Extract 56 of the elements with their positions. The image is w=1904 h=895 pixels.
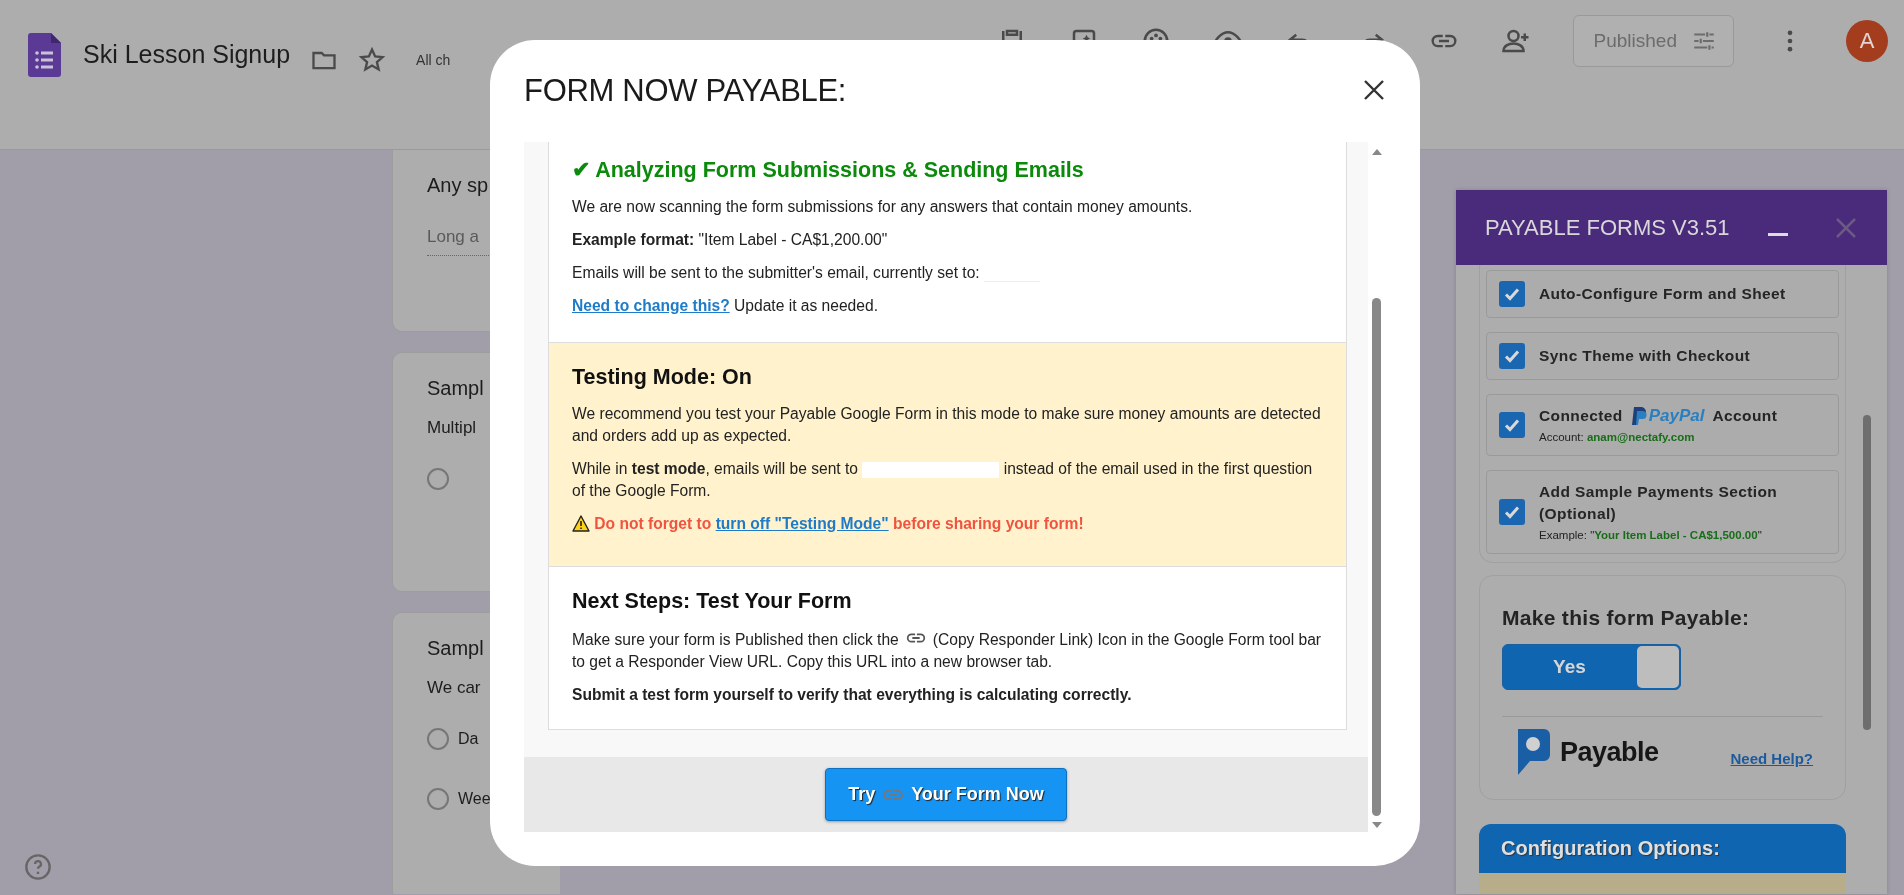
body-text: Make sure your form is Published then click the (Copy Responder Link) Icon in the Google Form tool bar to get a Responder View URL. Copy this URL into a new browser tab. (572, 627, 1324, 673)
payable-toggle[interactable]: Yes (1502, 644, 1681, 690)
save-status: All ch (416, 52, 451, 68)
scroll-down-icon[interactable] (1371, 822, 1382, 828)
option-label: Connected (1539, 406, 1623, 426)
scrollbar-thumb[interactable] (1372, 298, 1381, 816)
option-label: Add Sample Payments Section (Optional) (1539, 483, 1778, 522)
section-heading: Testing Mode: On (572, 364, 753, 391)
checkbox[interactable] (1499, 343, 1525, 369)
form-title[interactable]: Ski Lesson Signup (83, 40, 291, 69)
body-text: While in test mode, emails will be sent to instead of the email used in the first question of the Google Form. (572, 459, 1314, 501)
payable-heading: Make this form Payable: (1502, 606, 1751, 630)
try-form-button[interactable]: Try Your Form Now (825, 768, 1067, 821)
question-title: Any sp (427, 174, 489, 197)
published-button[interactable]: Published (1572, 15, 1734, 67)
help-link[interactable]: Need Help? (1730, 749, 1813, 767)
checkbox[interactable] (1499, 412, 1525, 438)
payable-logo: Payable (1514, 727, 1659, 777)
checkbox[interactable] (1499, 281, 1525, 307)
sidebar-title: PAYABLE FORMS V3.51 (1485, 214, 1731, 241)
section-heading: Next Steps: Test Your Form (572, 588, 853, 615)
radio-button[interactable] (427, 728, 449, 750)
option-detail: Account: anam@nectafy.com (1539, 431, 1695, 443)
body-text: We recommend you test your Payable Google Form in this mode to make sure money amounts are detected and orders add up as expected. (572, 404, 1322, 446)
scrollbar-thumb[interactable] (1862, 415, 1871, 730)
forms-logo-icon[interactable] (28, 33, 61, 77)
option-detail: Example: "Your Item Label - CA$1,500.00" (1539, 529, 1762, 541)
star-icon[interactable] (358, 46, 387, 74)
radio-button[interactable] (427, 468, 449, 490)
warning-text: Do not forget to turn off "Testing Mode" before sharing your form! (594, 515, 1084, 532)
section-heading: ✔ Analyzing Form Submissions & Sending Emails (572, 157, 1085, 184)
help-icon[interactable] (24, 853, 52, 881)
option-label: Sync Theme with Checkout (1539, 346, 1751, 366)
body-text: Emails will be sent to the submitter's email, currently set to: (572, 262, 1324, 284)
question-description: We car (427, 678, 481, 698)
body-text: Submit a test form yourself to verify that everything is calculating correctly. (572, 685, 1133, 705)
change-link[interactable]: Need to change this? (572, 297, 730, 314)
radio-button[interactable] (427, 788, 449, 810)
question-description: Multipl (427, 418, 477, 438)
question-title: Sampl (427, 637, 484, 660)
body-text: Example format: "Item Label - CA$1,200.00" (572, 230, 889, 250)
checkbox[interactable] (1499, 499, 1525, 525)
brand-logo: PayPal (1630, 406, 1705, 426)
option-label: Da (458, 730, 479, 748)
option-label: Account (1712, 406, 1778, 426)
option-label: Wee (458, 790, 491, 808)
warning-icon (572, 515, 590, 532)
scroll-up-icon[interactable] (1371, 149, 1382, 155)
option-label: Auto-Configure Form and Sheet (1539, 284, 1786, 304)
testing-mode-link[interactable]: turn off "Testing Mode" (715, 515, 889, 532)
body-text: Need to change this? Update it as needed. (572, 296, 879, 316)
dialog-title: FORM NOW PAYABLE: (524, 73, 847, 109)
user-avatar[interactable]: A (1846, 20, 1888, 62)
config-header: Configuration Options: (1479, 824, 1846, 873)
body-text: We are now scanning the form submissions for any answers that contain money amounts. (572, 197, 1194, 217)
question-title: Sampl (427, 377, 484, 400)
